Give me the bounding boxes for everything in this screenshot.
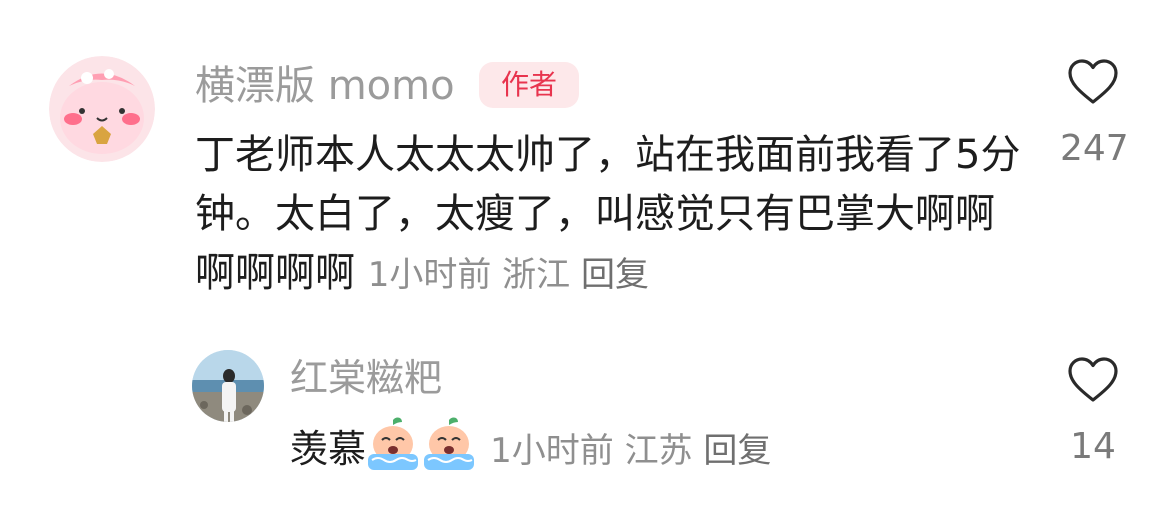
reply-button[interactable]: 回复: [581, 255, 649, 295]
avatar[interactable]: [192, 350, 264, 422]
heart-icon: [1068, 357, 1118, 402]
comment-content: 丁老师本人太太太帅了，站在我面前我看了5分钟。太白了，太瘦了，叫感觉只有巴掌大啊…: [195, 126, 1025, 305]
like-button[interactable]: 247: [1060, 58, 1129, 169]
comment-time: 1小时前: [367, 255, 492, 295]
username[interactable]: 红棠糍粑: [290, 352, 442, 404]
like-button[interactable]: 14: [1060, 356, 1126, 467]
reply-location: 江苏: [624, 431, 693, 471]
reply-content: 羡慕 1小时前 江苏 回复: [290, 416, 1050, 479]
author-badge: 作者: [479, 62, 579, 108]
comment-location: 浙江: [502, 255, 571, 295]
avatar[interactable]: [49, 56, 155, 162]
like-count: 247: [1060, 128, 1129, 169]
heart-icon: [1068, 59, 1118, 104]
seaside-photo-avatar-icon: [192, 350, 264, 422]
reply-meta: 1小时前 江苏 回复: [490, 431, 771, 471]
like-count: 14: [1070, 426, 1116, 467]
reply-text: 羡慕: [290, 427, 367, 471]
crying-peach-emoji-icon: [368, 417, 419, 470]
username[interactable]: 横漂版 momo: [195, 58, 455, 114]
comment-meta: 1小时前 浙江 回复: [368, 255, 649, 295]
pink-cartoon-avatar-icon: [49, 56, 155, 162]
crying-peach-emoji-icon: [424, 417, 475, 470]
reply-button[interactable]: 回复: [703, 431, 771, 471]
reply-time: 1小时前: [490, 431, 614, 471]
